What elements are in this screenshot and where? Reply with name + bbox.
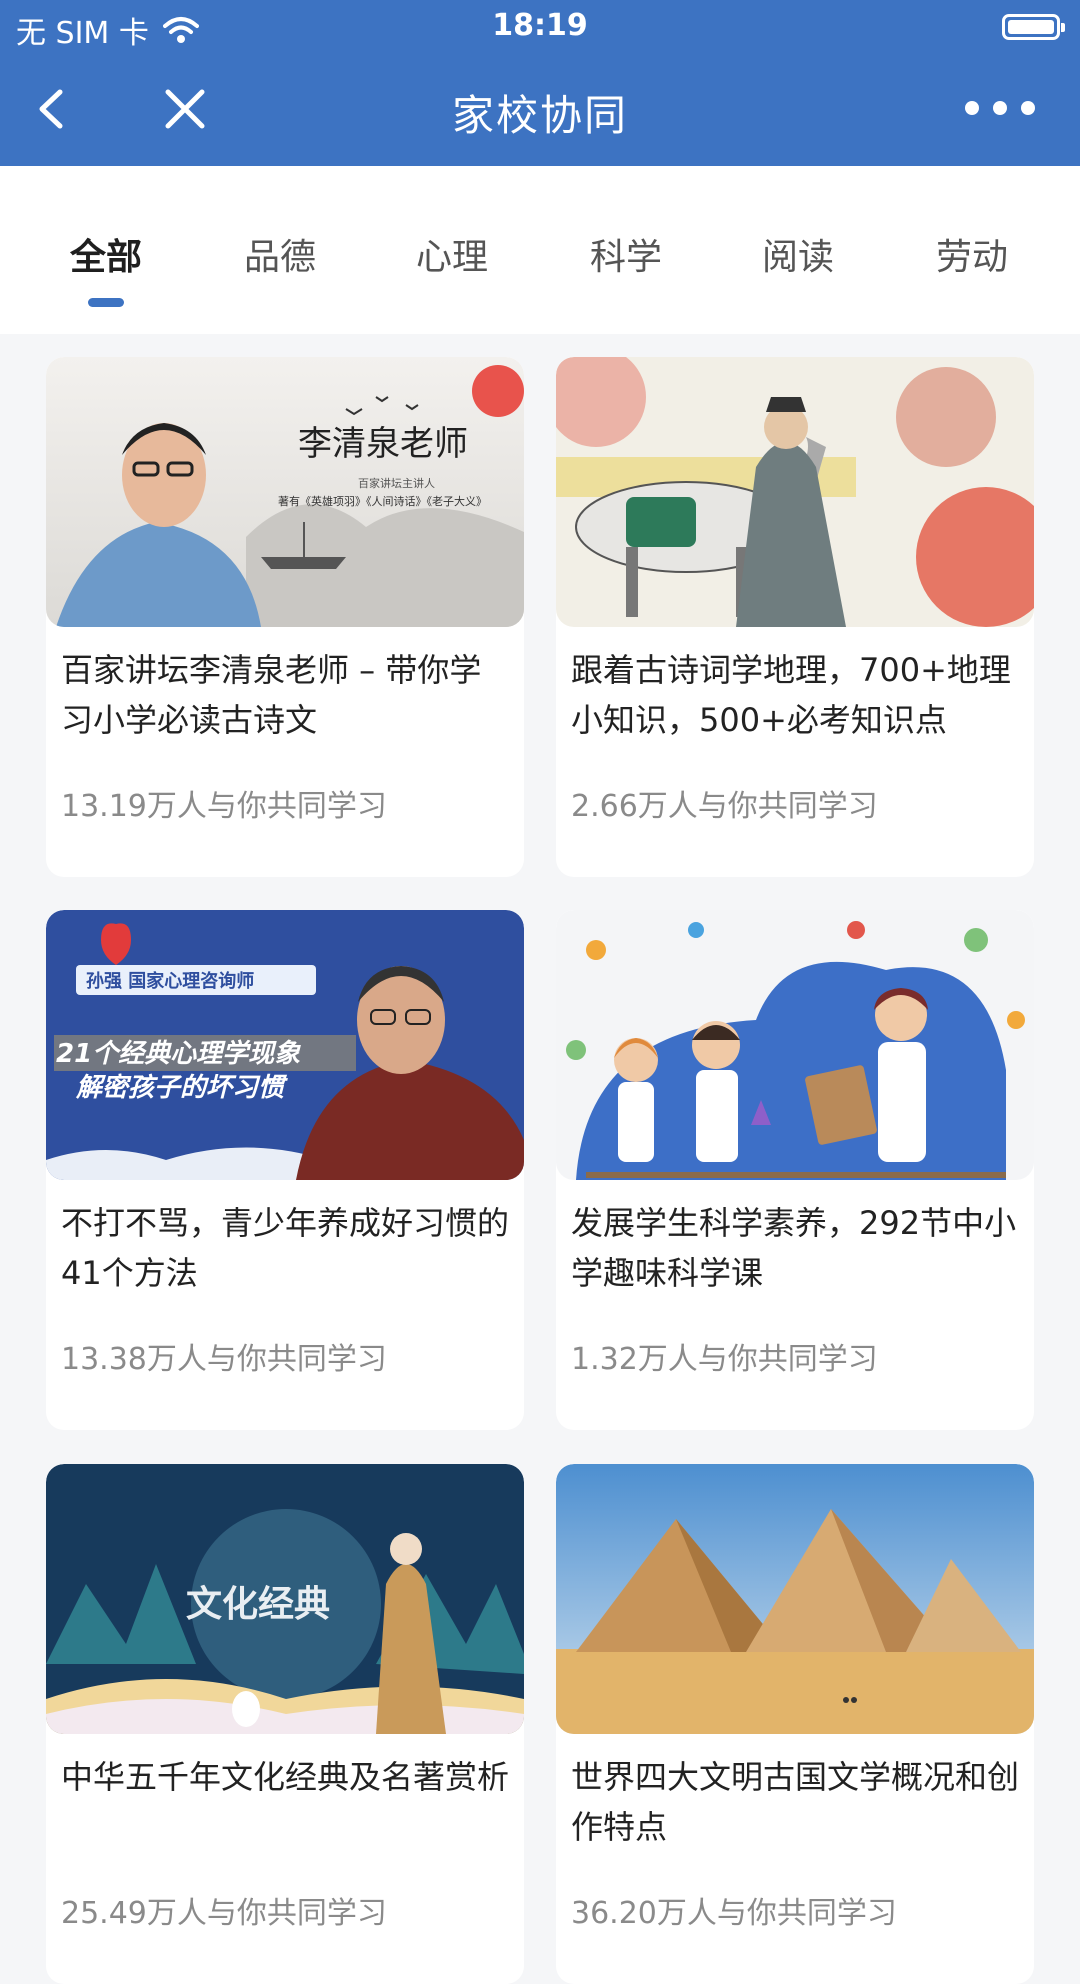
tab-labor[interactable]: 劳动 xyxy=(886,228,1058,280)
course-title: 百家讲坛李清泉老师 – 带你学习小学必读古诗文 xyxy=(61,651,482,739)
tab-all[interactable]: 全部 xyxy=(20,228,192,280)
thumb-books: 著有《英雄项羽》《人间诗话》《老子大义》 xyxy=(278,494,487,508)
course-learners: 2.66万人与你共同学习 xyxy=(571,789,878,824)
status-bar: 无 SIM 卡 18:19 xyxy=(0,0,1080,54)
course-card[interactable]: 发展学生科学素养，292节中小学趣味科学课 1.32万人与你共同学习 xyxy=(556,910,1034,1430)
course-title: 中华五千年文化经典及名著赏析 xyxy=(61,1758,510,1796)
thumb-line2: 解密孩子的坏习惯 xyxy=(75,1073,288,1103)
course-thumbnail: 文化经典 xyxy=(46,1464,524,1734)
active-tab-indicator xyxy=(88,298,124,307)
battery-icon xyxy=(1002,14,1065,40)
thumb-subtitle: 百家讲坛主讲人 xyxy=(358,476,435,490)
course-title: 跟着古诗词学地理，700+地理小知识，500+必考知识点 xyxy=(571,651,1011,739)
course-learners: 1.32万人与你共同学习 xyxy=(571,1342,878,1377)
thumb-tag: 孙强 国家心理咨询师 xyxy=(86,970,254,992)
course-card[interactable]: 世界四大文明古国文学概况和创作特点 36.20万人与你共同学习 xyxy=(556,1464,1034,1984)
course-thumbnail: 李清泉老师 百家讲坛主讲人 著有《英雄项羽》《人间诗话》《老子大义》 xyxy=(46,357,524,627)
tab-psychology[interactable]: 心理 xyxy=(366,228,538,280)
thumb-teacher-name: 李清泉老师 xyxy=(298,424,468,464)
more-icon[interactable] xyxy=(960,88,1040,128)
top-bar: 无 SIM 卡 18:19 家校协同 xyxy=(0,0,1080,166)
nav-bar: 家校协同 xyxy=(0,54,1080,166)
course-learners: 13.19万人与你共同学习 xyxy=(61,789,387,824)
course-thumbnail: 孙强 国家心理咨询师 21个经典心理学现象 解密孩子的坏习惯 xyxy=(46,910,524,1180)
thumb-line1: 21个经典心理学现象 xyxy=(56,1039,301,1069)
course-thumbnail xyxy=(556,1464,1034,1734)
course-learners: 13.38万人与你共同学习 xyxy=(61,1342,387,1377)
tab-science[interactable]: 科学 xyxy=(540,228,712,280)
course-title: 不打不骂，青少年养成好习惯的41个方法 xyxy=(61,1204,510,1292)
tab-morality[interactable]: 品德 xyxy=(194,228,366,280)
course-thumbnail xyxy=(556,910,1034,1180)
course-card[interactable]: 孙强 国家心理咨询师 21个经典心理学现象 解密孩子的坏习惯 不打不骂，青少年养… xyxy=(46,910,524,1430)
course-learners: 36.20万人与你共同学习 xyxy=(571,1896,897,1931)
course-title: 发展学生科学素养，292节中小学趣味科学课 xyxy=(571,1204,1017,1292)
course-title: 世界四大文明古国文学概况和创作特点 xyxy=(571,1758,1020,1846)
course-thumbnail xyxy=(556,357,1034,627)
thumb-culture-title: 文化经典 xyxy=(186,1583,330,1625)
course-card[interactable]: 跟着古诗词学地理，700+地理小知识，500+必考知识点 2.66万人与你共同学… xyxy=(556,357,1034,877)
category-tabs: 全部 品德 心理 科学 阅读 劳动 xyxy=(0,166,1080,334)
course-card[interactable]: 李清泉老师 百家讲坛主讲人 著有《英雄项羽》《人间诗话》《老子大义》 百家讲坛李… xyxy=(46,357,524,877)
tab-reading[interactable]: 阅读 xyxy=(712,228,884,280)
course-card[interactable]: 文化经典 中华五千年文化经典及名著赏析 25.49万人与你共同学习 xyxy=(46,1464,524,1984)
clock: 18:19 xyxy=(492,8,588,43)
course-learners: 25.49万人与你共同学习 xyxy=(61,1896,387,1931)
page-title: 家校协同 xyxy=(451,91,628,140)
